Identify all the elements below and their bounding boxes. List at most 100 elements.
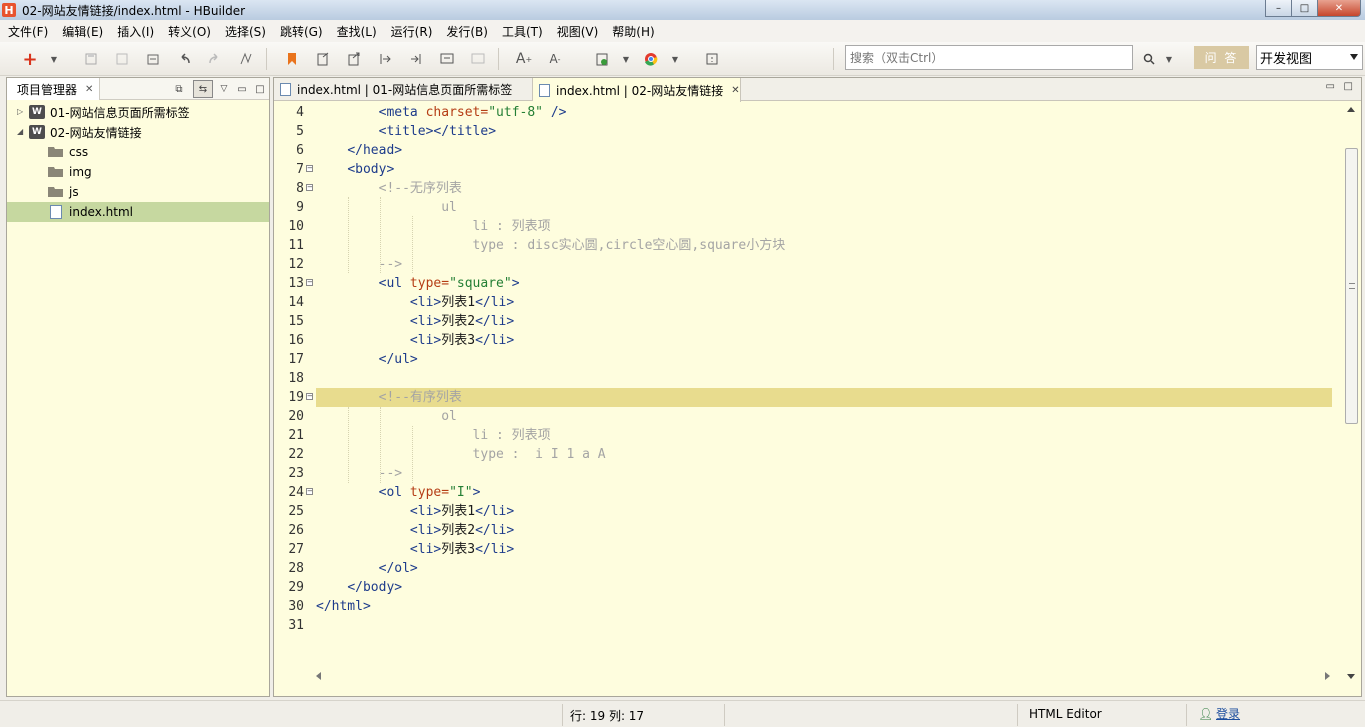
maximize-editor-icon[interactable]: □ <box>1344 81 1353 92</box>
search-icon[interactable] <box>1141 51 1157 67</box>
indent-icon[interactable] <box>377 51 393 67</box>
code-token: --> <box>378 466 403 481</box>
fold-toggle-icon[interactable]: − <box>306 279 313 286</box>
menu-view[interactable]: 视图(V) <box>553 23 603 40</box>
html-file-icon <box>539 83 550 97</box>
maximize-button[interactable]: □ <box>1291 0 1317 17</box>
scrollbar-thumb[interactable] <box>1345 148 1358 424</box>
minimize-panel-icon[interactable]: ▭ <box>235 82 249 96</box>
chrome-icon[interactable] <box>643 51 659 67</box>
undo-icon[interactable] <box>176 51 192 67</box>
export-icon[interactable] <box>346 51 362 67</box>
menu-tools[interactable]: 工具(T) <box>498 23 547 40</box>
collapse-arrow-icon[interactable]: ◢ <box>17 128 25 136</box>
scroll-up-icon[interactable] <box>1347 107 1355 112</box>
ask-button[interactable]: 问 答 <box>1194 46 1249 69</box>
code-line: <ol type="I"> <box>316 483 481 502</box>
save-icon[interactable] <box>83 51 99 67</box>
menu-select[interactable]: 选择(S) <box>221 23 270 40</box>
code-line: <!--无序列表 <box>316 179 462 198</box>
tree-item-folder-css[interactable]: css <box>7 142 269 162</box>
fold-toggle-icon[interactable]: − <box>306 184 313 191</box>
line-number: 7 <box>296 162 304 177</box>
view-mode-select[interactable]: 开发视图 <box>1256 45 1363 70</box>
window-title: 02-网站友情链接/index.html - HBuilder <box>22 3 246 18</box>
tree-item-project-02[interactable]: ◢ W 02-网站友情链接 <box>7 122 269 142</box>
expand-arrow-icon[interactable]: ▷ <box>17 108 25 116</box>
menu-edit[interactable]: 编辑(E) <box>58 23 107 40</box>
new-file-icon[interactable]: + <box>22 49 38 70</box>
format-icon[interactable] <box>238 51 254 67</box>
outdent-icon[interactable] <box>408 51 424 67</box>
search-input[interactable] <box>845 45 1133 70</box>
menu-insert[interactable]: 插入(I) <box>113 23 158 40</box>
tab-label: index.html | 01-网站信息页面所需标签 <box>297 83 513 97</box>
fold-toggle-icon[interactable]: − <box>306 393 313 400</box>
tree-item-file-index[interactable]: index.html <box>7 202 269 222</box>
line-number: 10 <box>288 219 304 234</box>
horizontal-scrollbar[interactable] <box>314 669 1332 683</box>
tab-project-manager[interactable]: 项目管理器 ✕ <box>7 78 101 100</box>
search-dropdown-icon[interactable]: ▼ <box>1161 51 1177 67</box>
menu-goto[interactable]: 跳转(G) <box>276 23 327 40</box>
link-editor-icon[interactable]: ⇆ <box>193 80 213 98</box>
code-token: li : 列表项 <box>472 428 551 443</box>
fold-toggle-icon[interactable]: − <box>306 488 313 495</box>
run-browser-icon[interactable] <box>594 51 610 67</box>
tree-item-label: css <box>69 145 89 159</box>
menu-escape[interactable]: 转义(O) <box>164 23 215 40</box>
bookmark-icon[interactable] <box>284 51 300 67</box>
code-line: </head> <box>316 141 402 160</box>
tree-item-folder-img[interactable]: img <box>7 162 269 182</box>
tree-item-folder-js[interactable]: js <box>7 182 269 202</box>
font-decrease-icon[interactable]: A- <box>547 51 563 67</box>
close-button[interactable]: ✕ <box>1317 0 1361 17</box>
save-all-icon[interactable] <box>114 51 130 67</box>
menu-run[interactable]: 运行(R) <box>387 23 437 40</box>
code-line: <body> <box>316 160 394 179</box>
code-token: </li> <box>475 314 515 329</box>
code-line: <meta charset="utf-8" /> <box>316 103 567 122</box>
code-token: type : disc实心圆,circle空心圆,square小方块 <box>472 238 786 253</box>
menu-file[interactable]: 文件(F) <box>4 23 52 40</box>
minimize-editor-icon[interactable]: ▭ <box>1326 81 1335 92</box>
menu-help[interactable]: 帮助(H) <box>608 23 658 40</box>
code-token: 列表3 <box>441 542 476 557</box>
uncomment-icon[interactable] <box>470 51 486 67</box>
browser-dropdown-icon[interactable]: ▼ <box>667 51 683 67</box>
project-manager-panel: 项目管理器 ✕ ⧉ ⇆ ▽ ▭ □ ▷ W 01-网站信息页面所需标签 ◢ W … <box>6 77 270 697</box>
line-number: 31 <box>288 618 304 633</box>
close-tab-icon[interactable]: ✕ <box>85 84 93 95</box>
code-token: > <box>472 485 481 500</box>
close-tab-icon[interactable]: ✕ <box>731 85 739 96</box>
tab-index-01[interactable]: index.html | 01-网站信息页面所需标签 <box>274 78 533 101</box>
scroll-right-icon[interactable] <box>1325 672 1330 680</box>
new-dropdown-icon[interactable]: ▼ <box>46 51 62 67</box>
tree-item-project-01[interactable]: ▷ W 01-网站信息页面所需标签 <box>7 102 269 122</box>
fold-toggle-icon[interactable]: − <box>306 165 313 172</box>
scroll-left-icon[interactable] <box>316 672 321 680</box>
tab-label: index.html | 02-网站友情链接 <box>556 83 724 98</box>
tab-index-02[interactable]: index.html | 02-网站友情链接 ✕ <box>533 78 741 102</box>
window-controls: – □ ✕ <box>1265 0 1361 17</box>
line-number: 5 <box>296 124 304 139</box>
code-area[interactable]: 4 5 6 7 8 9 10 11 12 13 14 15 16 17 18 1… <box>274 102 1332 684</box>
open-file-icon[interactable] <box>315 51 331 67</box>
code-line: --> <box>316 255 402 274</box>
view-menu-icon[interactable]: ▽ <box>217 82 231 96</box>
maximize-panel-icon[interactable]: □ <box>253 82 267 96</box>
redo-icon[interactable] <box>207 51 223 67</box>
comment-icon[interactable] <box>439 51 455 67</box>
collapse-all-icon[interactable]: ⧉ <box>172 82 186 96</box>
menu-find[interactable]: 查找(L) <box>333 23 381 40</box>
minimize-button[interactable]: – <box>1265 0 1291 17</box>
help-icon[interactable] <box>704 51 720 67</box>
login-link[interactable]: 登录 <box>1216 705 1240 722</box>
font-increase-icon[interactable]: A + <box>516 51 532 67</box>
scroll-down-icon[interactable] <box>1347 674 1355 679</box>
refresh-icon[interactable] <box>145 51 161 67</box>
code-token: /> <box>543 105 567 120</box>
menu-publish[interactable]: 发行(B) <box>442 23 492 40</box>
run-dropdown-icon[interactable]: ▼ <box>618 51 634 67</box>
vertical-scrollbar[interactable] <box>1344 102 1359 684</box>
